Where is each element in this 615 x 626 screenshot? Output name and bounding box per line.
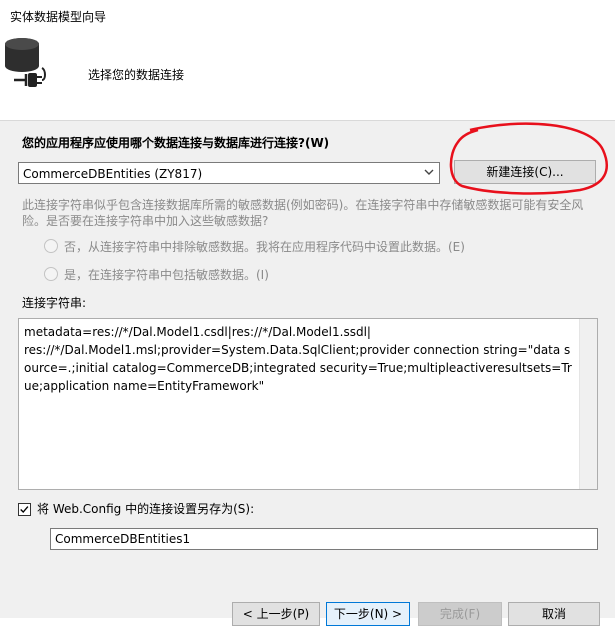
page-title: 选择您的数据连接 (88, 68, 185, 82)
save-connection-checkbox[interactable] (18, 503, 31, 516)
database-plug-icon (5, 38, 46, 87)
sensitive-data-note: 此连接字符串似乎包含连接数据库所需的敏感数据(例如密码)。在连接字符串中存储敏感… (22, 198, 584, 228)
connection-select[interactable]: CommerceDBEntities (ZY817) (18, 162, 440, 184)
connection-string-label: 连接字符串: (22, 296, 87, 310)
save-connection-label: 将 Web.Config 中的连接设置另存为(S): (37, 502, 255, 516)
radio-include-sensitive[interactable]: 是，在连接字符串中包括敏感数据。(I) (44, 266, 269, 283)
finish-button: 完成(F) (418, 602, 502, 626)
entity-name-input[interactable] (50, 528, 598, 550)
connection-string-text: metadata=res://*/Dal.Model1.csdl|res://*… (24, 325, 572, 393)
chevron-down-icon[interactable] (423, 166, 435, 178)
window-title: 实体数据模型向导 (10, 10, 107, 24)
connection-select-value: CommerceDBEntities (ZY817) (23, 167, 203, 181)
previous-button[interactable]: < 上一步(P) (232, 602, 320, 626)
radio-include-label: 是，在连接字符串中包括敏感数据。(I) (64, 268, 269, 282)
title-bar: 实体数据模型向导 (0, 0, 615, 30)
radio-exclude-label: 否，从连接字符串中排除敏感数据。我将在应用程序代码中设置此数据。(E) (64, 240, 465, 254)
radio-circle[interactable] (44, 239, 58, 253)
connection-string-scrollbar[interactable] (579, 319, 597, 489)
radio-circle[interactable] (44, 267, 58, 281)
wizard-header: 选择您的数据连接 (0, 30, 615, 121)
radio-exclude-sensitive[interactable]: 否，从连接字符串中排除敏感数据。我将在应用程序代码中设置此数据。(E) (44, 238, 465, 255)
connection-string-textarea[interactable]: metadata=res://*/Dal.Model1.csdl|res://*… (18, 318, 598, 490)
save-connection-checkbox-row[interactable]: 将 Web.Config 中的连接设置另存为(S): (18, 500, 254, 517)
connection-question: 您的应用程序应使用哪个数据连接与数据库进行连接?(W) (22, 136, 330, 150)
new-connection-button[interactable]: 新建连接(C)... (454, 160, 596, 184)
checkmark-icon (20, 506, 29, 514)
next-button[interactable]: 下一步(N) > (326, 602, 410, 626)
cancel-button[interactable]: 取消 (508, 602, 600, 626)
